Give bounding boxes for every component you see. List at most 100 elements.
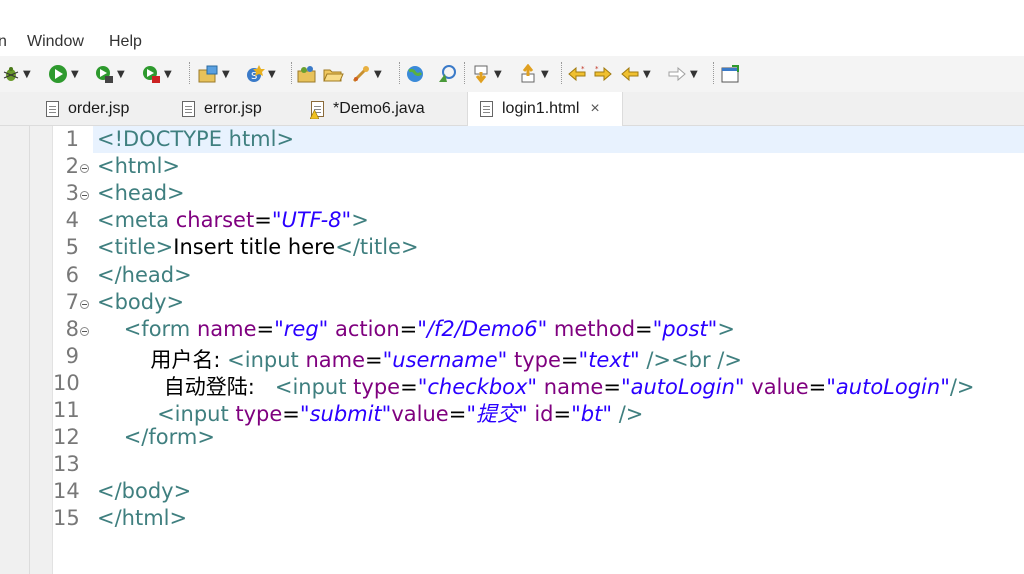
next-annotation-icon[interactable]: ▼ — [471, 64, 502, 84]
debug-icon[interactable]: ▼ — [2, 64, 31, 84]
line-number: 10 — [53, 370, 80, 395]
code-token: </title> — [335, 235, 419, 260]
toolbar-separator — [561, 62, 563, 84]
code-token: "submit" — [299, 402, 392, 426]
code-line: </form> — [97, 425, 215, 449]
code-token: "autoLogin" — [826, 374, 950, 399]
code-token: name — [305, 347, 366, 372]
menu-help[interactable]: Help — [109, 33, 142, 51]
run-icon[interactable]: ▼ — [48, 64, 79, 84]
code-line: <form name="reg" action="/f2/Demo6" meth… — [97, 317, 735, 341]
previous-annotation-icon[interactable]: ▼ — [518, 64, 549, 84]
code-token: = — [282, 402, 300, 426]
code-token: = — [399, 316, 418, 341]
tab-demo6-java[interactable]: *Demo6.java — [310, 92, 425, 125]
toolbar-separator — [713, 62, 715, 84]
code-token: > — [351, 208, 369, 233]
jsp-file-icon — [46, 100, 59, 117]
code-token: = — [400, 374, 418, 399]
line-number: 1 — [65, 127, 79, 151]
toggle-view-icon[interactable] — [720, 64, 740, 84]
tab-error-jsp[interactable]: error.jsp — [182, 92, 262, 125]
code-line: 用户名: <input name="username" type="text" … — [97, 344, 742, 374]
code-line: <meta charset="UTF-8"> — [97, 208, 369, 232]
open-folder-icon[interactable] — [322, 64, 344, 84]
code-token: /> — [949, 374, 975, 399]
new-project-icon[interactable]: ▼ — [197, 64, 230, 84]
toolbar-separator — [399, 62, 401, 84]
code-token: charset — [175, 208, 255, 233]
toolbar-separator — [291, 62, 293, 84]
code-token: "post" — [652, 316, 718, 341]
code-token: = — [254, 208, 272, 233]
fold-toggle-icon[interactable] — [80, 326, 89, 336]
left-panel — [0, 92, 30, 574]
jsp-file-icon — [182, 100, 195, 117]
tab-order-jsp[interactable]: order.jsp — [46, 92, 129, 125]
code-line: <head> — [97, 181, 185, 205]
tab-login1-html[interactable]: login1.html × — [467, 92, 623, 126]
fold-toggle-icon[interactable] — [80, 191, 89, 201]
code-token: = — [635, 316, 653, 341]
close-icon[interactable]: × — [590, 100, 599, 118]
search-icon[interactable]: ▼ — [351, 64, 382, 84]
code-token: = — [808, 374, 827, 399]
line-number: 2 — [65, 154, 79, 179]
fold-toggle-icon[interactable] — [80, 299, 89, 309]
code-token: <input — [274, 374, 354, 399]
line-number: 5 — [65, 235, 79, 260]
code-token: <input — [227, 347, 306, 372]
menu-run-partial[interactable]: n — [0, 33, 7, 51]
external-tools-icon[interactable]: ▼ — [141, 64, 172, 84]
code-token: = — [560, 347, 579, 372]
code-token: "username" — [382, 347, 508, 372]
code-token: <!DOCTYPE html> — [97, 127, 295, 151]
html-file-icon — [480, 101, 493, 117]
code-token: <input — [157, 402, 236, 426]
code-line: <!DOCTYPE html> — [97, 127, 294, 151]
code-line: </head> — [97, 263, 192, 287]
fold-toggle-icon[interactable] — [80, 164, 89, 174]
code-token: id — [534, 402, 554, 426]
code-token: "/f2/Demo6" — [417, 316, 548, 341]
line-number: 7 — [65, 289, 79, 314]
back-icon[interactable]: ▼ — [620, 64, 651, 84]
java-file-warning-icon — [310, 100, 324, 119]
code-token: name — [543, 374, 604, 399]
last-edit-icon[interactable]: * — [566, 64, 588, 84]
code-token: 自动登陆: — [97, 374, 275, 399]
globe-icon[interactable] — [405, 64, 425, 84]
code-token: /><br /> — [646, 347, 742, 372]
line-number: 6 — [65, 262, 79, 287]
run-last-icon[interactable]: ▼ — [94, 64, 125, 84]
code-token: type — [235, 402, 283, 426]
code-token: "text" — [578, 347, 640, 372]
code-line: <input type="submit"value="提交" id="bt" /… — [97, 398, 643, 428]
forward-edit-icon[interactable]: * — [592, 64, 614, 84]
code-token: "提交" — [466, 402, 528, 426]
code-token: name — [196, 316, 257, 341]
code-token: <title> — [97, 235, 174, 260]
code-token: action — [335, 316, 400, 341]
code-token: <meta — [97, 208, 176, 233]
forward-icon[interactable]: ▼ — [667, 64, 698, 84]
line-number: 12 — [53, 425, 80, 450]
menu-window[interactable]: Window — [27, 33, 84, 51]
editor-gutter — [30, 126, 52, 574]
tasks-icon[interactable] — [437, 64, 459, 84]
code-token: <body> — [97, 289, 185, 314]
code-token: <form — [123, 316, 197, 341]
code-token: "autoLogin" — [620, 374, 745, 399]
tab-label: *Demo6.java — [333, 99, 425, 117]
svg-text:*: * — [595, 65, 599, 73]
new-class-icon[interactable]: S ▼ — [245, 64, 276, 84]
open-type-icon[interactable] — [296, 64, 318, 84]
line-number: 4 — [65, 208, 79, 233]
line-number: 3 — [65, 181, 79, 206]
